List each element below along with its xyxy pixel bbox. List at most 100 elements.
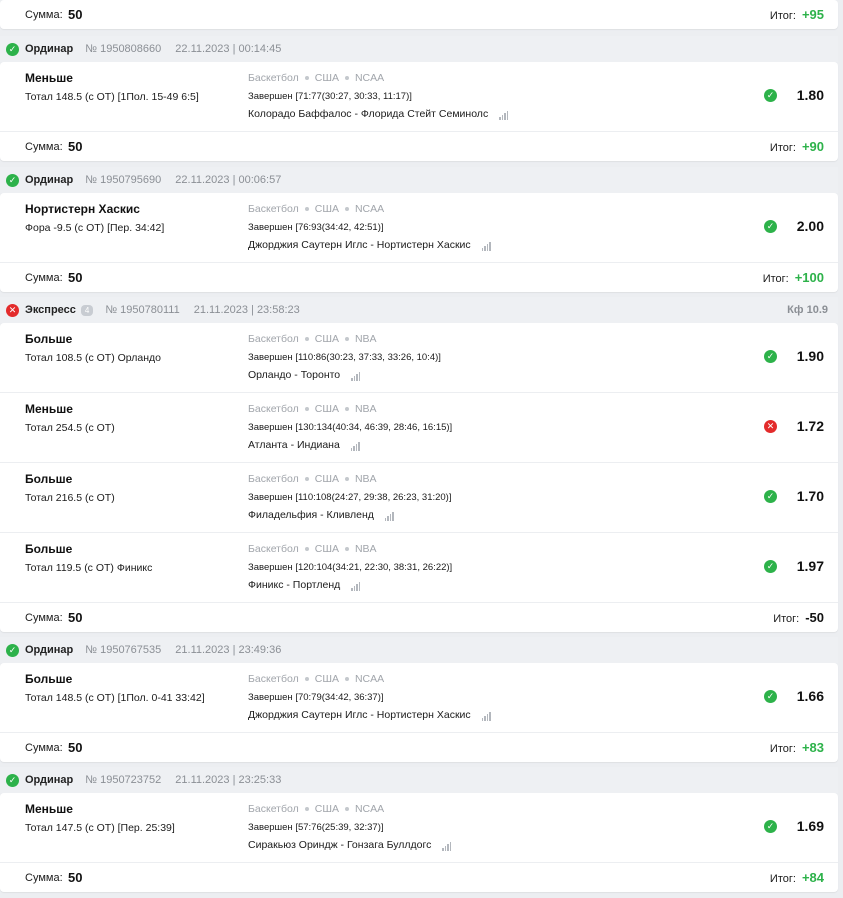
event-country: США (314, 473, 339, 485)
event-score: Завершен [70:79(34:42, 36:37)] (248, 692, 384, 703)
bet-date: 21.11.2023 | 23:58:23 (193, 304, 300, 316)
event-market: Тотал 119.5 (с ОТ) Финикс (25, 562, 153, 574)
event-market: Фора -9.5 (с ОТ) [Пер. 34:42] (25, 222, 165, 234)
event-market: Тотал 148.5 (с ОТ) [1Пол. 15-49 6:5] (25, 91, 199, 103)
event-pick: Меньше (25, 71, 73, 85)
event-sport: Баскетбол (248, 333, 299, 345)
check-icon: ✓ (764, 820, 777, 833)
event-market: Тотал 216.5 (с ОТ) (25, 492, 115, 504)
result: Итог: +84 (770, 870, 824, 885)
result-value: +100 (794, 270, 824, 285)
sum-value: 50 (68, 740, 83, 755)
stats-icon[interactable] (351, 369, 361, 382)
check-icon: ✓ (764, 490, 777, 503)
sum-value: 50 (68, 139, 83, 154)
separator-dot (304, 407, 309, 412)
bet-body: Нортистерн Хаскис Фора -9.5 (с ОТ) [Пер. … (0, 193, 838, 292)
result-value: +95 (801, 7, 824, 22)
event-meta: Баскетбол США NCAA (248, 803, 384, 815)
bet-number[interactable]: № 1950795690 (85, 174, 161, 186)
event-league: NBA (354, 333, 377, 345)
event-pick: Больше (25, 472, 73, 486)
bet-type: Ординар (25, 644, 74, 656)
event-sport: Баскетбол (248, 203, 299, 215)
bet-type: Экспресс (25, 304, 76, 316)
event-match-name: Финикс - Портленд (248, 579, 341, 591)
coef-value: 10.9 (806, 304, 828, 316)
bet-event-row[interactable]: Больше Тотал 148.5 (с ОТ) [1Пол. 0-41 33:… (0, 663, 838, 733)
event-match[interactable]: Джорджия Саутерн Иглс - Нортистерн Хаски… (248, 709, 492, 722)
event-sport: Баскетбол (248, 673, 299, 685)
separator-dot (304, 477, 309, 482)
bet-header: ✓ Ординар № 1950767535 21.11.2023 | 23:49:3… (0, 637, 838, 663)
stats-icon[interactable] (350, 439, 361, 452)
bet-body: Больше Тотал 148.5 (с ОТ) [1Пол. 0-41 33:… (0, 663, 838, 762)
bet-header: ✕ Экспресс 4 № 1950780111 21.11.2023 | 23:58… (0, 297, 838, 323)
result: Итог: -50 (773, 610, 824, 625)
bet-card: ✓ Ординар № 1950795690 22.11.2023 | 00:06:5… (0, 167, 838, 292)
bet-event-row[interactable]: Больше Тотал 108.5 (с ОТ) Орландо Баскетбо… (0, 323, 838, 393)
bet-footer: Сумма: 50 Итог: -50 (0, 603, 838, 632)
separator-dot (344, 477, 349, 482)
event-country: США (314, 72, 339, 84)
event-match-name: Орландо - Торонто (248, 369, 341, 381)
separator-dot (304, 76, 309, 81)
bet-date: 22.11.2023 | 00:06:57 (175, 174, 282, 186)
stats-icon[interactable] (481, 709, 492, 722)
event-match[interactable]: Атланта - Индиана (248, 439, 361, 452)
bet-date: 22.11.2023 | 00:14:45 (175, 43, 282, 55)
event-match[interactable]: Сиракьюз Ориндж - Гонзага Буллдогс (248, 839, 452, 852)
event-pick: Меньше (25, 802, 73, 816)
separator-dot (304, 807, 309, 812)
event-sport: Баскетбол (248, 803, 299, 815)
event-meta: Баскетбол США NCAA (248, 203, 384, 215)
event-match[interactable]: Орландо - Торонто (248, 369, 361, 382)
event-pick: Больше (25, 332, 73, 346)
event-match[interactable]: Колорадо Баффалос - Флорида Стейт Семино… (248, 108, 509, 121)
result-value: +83 (801, 740, 824, 755)
sum-label: Сумма: (25, 141, 63, 153)
bet-header: ✓ Ординар № 1950808660 22.11.2023 | 00:14:4… (0, 36, 838, 62)
bet-card: ✓ Ординар № 1950723752 21.11.2023 | 23:25:3… (0, 767, 838, 892)
stats-icon[interactable] (481, 239, 492, 252)
event-score: Завершен [110:108(24:27, 29:38, 26:23, 3… (248, 492, 452, 503)
bet-event-row[interactable]: Больше Тотал 216.5 (с ОТ) Баскетбол США NBA З… (0, 463, 838, 533)
event-odds: 1.66 (796, 688, 824, 704)
bet-number[interactable]: № 1950808660 (85, 43, 161, 55)
bet-number[interactable]: № 1950780111 (105, 304, 179, 316)
event-match[interactable]: Джорджия Саутерн Иглс - Нортистерн Хаски… (248, 239, 492, 252)
stats-icon[interactable] (351, 579, 361, 592)
event-market: Тотал 147.5 (с ОТ) [Пер. 25:39] (25, 822, 175, 834)
event-odds: 1.90 (796, 348, 824, 364)
event-odds: 1.72 (796, 418, 824, 434)
event-match-name: Джорджия Саутерн Иглс - Нортистерн Хаски… (248, 239, 471, 251)
bet-date: 21.11.2023 | 23:49:36 (175, 644, 282, 656)
bet-event-row[interactable]: Меньше Тотал 147.5 (с ОТ) [Пер. 25:39] Бас… (0, 793, 838, 863)
sum-label: Сумма: (25, 872, 63, 884)
stats-icon[interactable] (499, 108, 509, 121)
bet-event-row[interactable]: Меньше Тотал 254.5 (с ОТ) Баскетбол США NBA З… (0, 393, 838, 463)
bet-event-row[interactable]: Нортистерн Хаскис Фора -9.5 (с ОТ) [Пер. … (0, 193, 838, 263)
result-value: -50 (805, 610, 824, 625)
bet-event-row[interactable]: Меньше Тотал 148.5 (с ОТ) [1Пол. 15-49 6:… (0, 62, 838, 132)
check-icon: ✓ (764, 350, 777, 363)
event-match[interactable]: Финикс - Портленд (248, 579, 361, 592)
result-label: Итог: (773, 613, 800, 625)
stats-icon[interactable] (384, 509, 395, 522)
event-country: США (314, 803, 339, 815)
event-score: Завершен [76:93(34:42, 42:51)] (248, 222, 384, 233)
bet-event-row[interactable]: Больше Тотал 119.5 (с ОТ) Финикс Баскетбол… (0, 533, 838, 603)
event-score: Завершен [110:86(30:23, 37:33, 33:26, 10… (248, 352, 441, 363)
event-league: NBA (354, 473, 377, 485)
bet-body: Меньше Тотал 148.5 (с ОТ) [1Пол. 15-49 6:… (0, 62, 838, 161)
result-value: +90 (801, 139, 824, 154)
event-meta: Баскетбол США NBA (248, 333, 377, 345)
check-icon: ✓ (6, 773, 19, 787)
bet-number[interactable]: № 1950723752 (85, 774, 161, 786)
sum-value: 50 (68, 270, 83, 285)
event-pick: Меньше (25, 402, 73, 416)
stats-icon[interactable] (442, 839, 452, 852)
event-match[interactable]: Филадельфия - Кливленд (248, 509, 395, 522)
bet-number[interactable]: № 1950767535 (85, 644, 161, 656)
bet-card: ✕ Экспресс 4 № 1950780111 21.11.2023 | 23:58… (0, 297, 838, 632)
